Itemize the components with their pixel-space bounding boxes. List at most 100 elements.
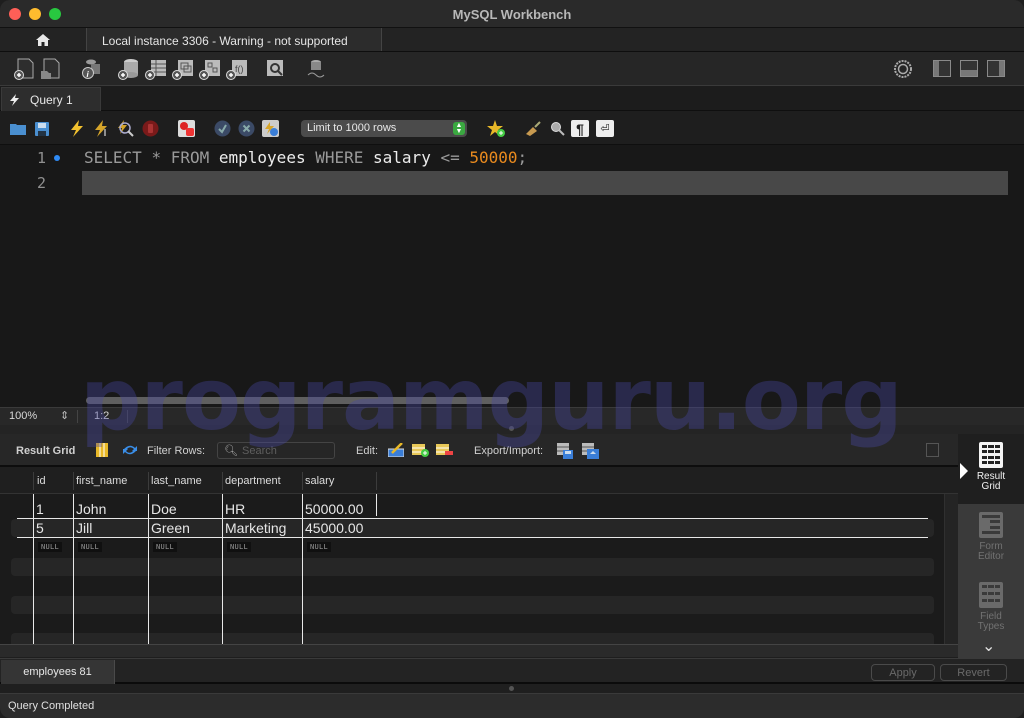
toggle-output-button[interactable] — [960, 60, 978, 77]
find-icon — [550, 122, 565, 136]
cell-first-name[interactable]: Jill — [76, 520, 92, 536]
find-button[interactable] — [548, 120, 566, 137]
stop-button[interactable] — [141, 120, 159, 137]
open-sql-script-button[interactable] — [40, 58, 62, 80]
side-item-result-grid[interactable]: Result Grid — [958, 434, 1024, 504]
home-tab[interactable] — [0, 28, 85, 51]
column-header-salary[interactable]: salary — [305, 475, 334, 487]
cell-border — [33, 494, 34, 644]
autocommit-toggle[interactable] — [261, 120, 279, 137]
cell-last-name[interactable]: Green — [151, 520, 190, 536]
cell-first-name[interactable]: John — [76, 501, 106, 517]
insert-row-button[interactable] — [412, 443, 429, 457]
rollback-icon — [238, 120, 254, 137]
cell-id[interactable]: 5 — [36, 520, 44, 536]
delete-row-button[interactable] — [436, 443, 453, 457]
cell-department[interactable]: Marketing — [225, 520, 286, 536]
toggle-secondary-sidebar-button[interactable] — [987, 60, 1005, 77]
reconnect-button[interactable] — [305, 58, 327, 80]
column-header-department[interactable]: department — [225, 475, 281, 487]
editor-horizontal-scrollbar[interactable] — [86, 397, 509, 404]
save-button[interactable] — [33, 120, 51, 137]
open-file-button[interactable] — [9, 120, 27, 137]
new-sql-tab-icon — [14, 58, 34, 80]
zoom-stepper-icon[interactable]: ⇕ — [60, 409, 69, 422]
beautify-button[interactable] — [524, 120, 542, 137]
create-function-button[interactable]: f() — [226, 58, 248, 80]
export-import-label: Export/Import: — [474, 445, 544, 457]
code-token: ; — [517, 148, 528, 167]
cell-department[interactable]: HR — [225, 501, 245, 517]
search-table-data-button[interactable] — [265, 58, 287, 80]
settings-button[interactable] — [892, 58, 914, 80]
export-button[interactable] — [557, 443, 573, 459]
column-separator — [376, 472, 377, 490]
toggle-sidebar-button[interactable] — [933, 60, 951, 77]
edit-cell-button[interactable] — [387, 442, 405, 458]
cell-salary[interactable]: 45000.00 — [305, 520, 363, 536]
delete-row-icon — [436, 444, 453, 455]
result-tab-employees[interactable]: employees 81 — [1, 660, 115, 684]
refresh-button[interactable] — [122, 443, 138, 457]
sql-editor[interactable]: 1 2 SELECT * FROM employees WHERE salary… — [0, 145, 1024, 407]
grid-horizontal-scrollbar[interactable] — [0, 644, 958, 657]
create-view-button[interactable] — [172, 58, 194, 80]
code-token: FROM — [170, 148, 210, 167]
cell-id[interactable]: 1 — [36, 501, 44, 517]
explain-button[interactable] — [116, 120, 134, 137]
side-item-label: Editor — [977, 551, 1005, 562]
create-procedure-button[interactable] — [199, 58, 221, 80]
create-schema-icon — [118, 59, 138, 80]
grid-vertical-scrollbar[interactable] — [944, 494, 958, 644]
toggle-error-continue-button[interactable] — [177, 120, 195, 137]
toggle-wrap-cell-button[interactable] — [926, 443, 939, 457]
word-wrap-button[interactable]: ⏎ — [596, 120, 614, 137]
execute-current-icon — [95, 120, 107, 137]
null-badge: NULL — [153, 542, 178, 552]
column-header-first-name[interactable]: first_name — [76, 475, 127, 487]
new-sql-tab-button[interactable] — [14, 58, 36, 80]
result-grid: id first_name last_name department salar… — [0, 467, 958, 657]
side-item-form-editor[interactable]: Form Editor — [958, 508, 1024, 562]
limit-rows-value: Limit to 1000 rows — [307, 122, 397, 134]
cell-last-name[interactable]: Doe — [151, 501, 177, 517]
column-header-last-name[interactable]: last_name — [151, 475, 202, 487]
toggle-columns-button[interactable] — [96, 443, 112, 457]
add-snippet-button[interactable] — [487, 120, 505, 137]
active-indicator-icon — [960, 463, 968, 479]
code-line[interactable]: SELECT * FROM employees WHERE salary <= … — [84, 146, 527, 170]
import-button[interactable] — [582, 443, 599, 459]
tab-query-1[interactable]: Query 1 — [1, 87, 101, 111]
connection-tab-local-instance[interactable]: Local instance 3306 - Warning - not supp… — [86, 28, 382, 51]
statement-marker-icon — [54, 155, 60, 161]
execute-current-button[interactable] — [93, 120, 111, 137]
column-separator — [33, 472, 34, 490]
limit-rows-select[interactable]: Limit to 1000 rows ▲ ▼ — [301, 120, 467, 137]
toggle-sidebar-icon — [934, 61, 939, 76]
execute-button[interactable] — [68, 120, 86, 137]
cell-salary[interactable]: 50000.00 — [305, 501, 363, 517]
revert-button[interactable]: Revert — [940, 664, 1007, 681]
rollback-button[interactable] — [237, 120, 255, 137]
divider — [127, 410, 128, 423]
schema-inspector-button[interactable]: i — [80, 58, 102, 80]
add-snippet-icon — [487, 120, 505, 137]
query-toolbar: Limit to 1000 rows ▲ ▼ ¶ ⏎ — [0, 111, 1024, 145]
open-sql-script-icon — [41, 58, 60, 79]
editor-results-splitter[interactable] — [0, 425, 1024, 434]
status-bar: Query Completed — [0, 693, 1024, 718]
apply-button[interactable]: Apply — [871, 664, 935, 681]
filter-rows-search-input[interactable]: 🔍︎ Search — [217, 442, 335, 459]
output-splitter[interactable] — [0, 684, 1024, 693]
null-badge: NULL — [227, 542, 252, 552]
commit-button[interactable] — [213, 120, 231, 137]
code-token: salary — [363, 148, 441, 167]
invisible-chars-button[interactable]: ¶ — [571, 120, 589, 137]
grid-row-stripe — [11, 633, 934, 644]
create-table-button[interactable] — [145, 58, 167, 80]
create-schema-button[interactable] — [118, 58, 140, 80]
side-item-field-types[interactable]: Field Types — [958, 578, 1024, 632]
chevron-down-icon[interactable]: ⌄ — [982, 636, 995, 656]
column-header-id[interactable]: id — [37, 475, 46, 487]
edit-label: Edit: — [356, 445, 379, 457]
